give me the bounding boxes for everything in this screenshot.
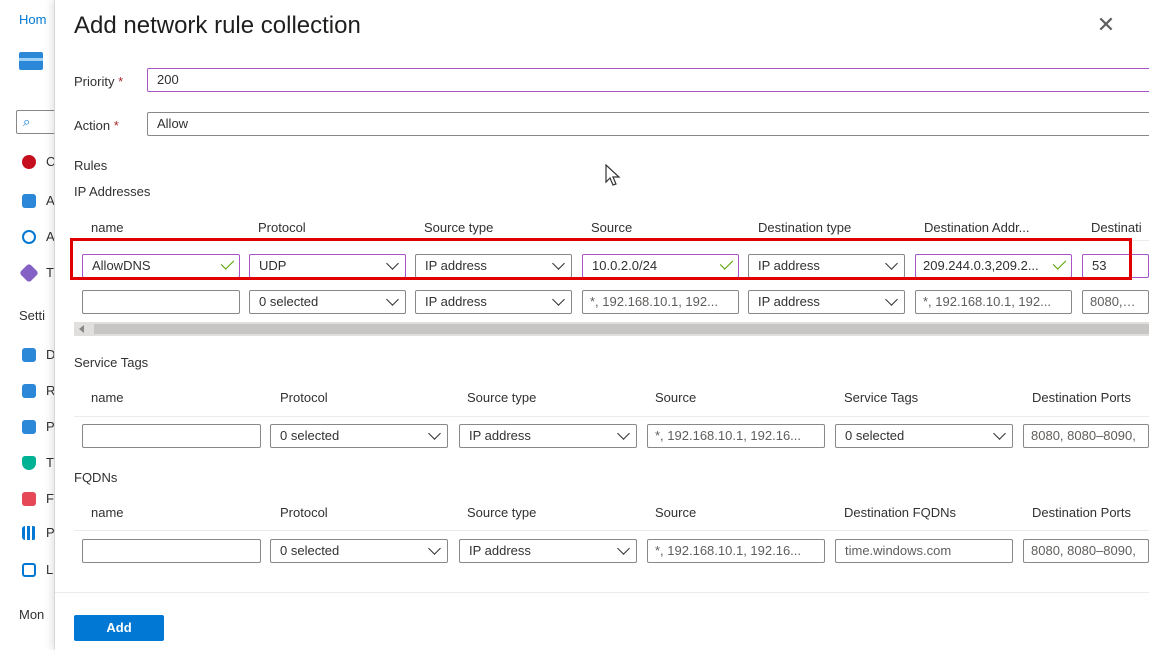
chevron-down-icon (885, 293, 898, 306)
column-header: Source type (467, 390, 537, 405)
nav-item-label[interactable]: F (46, 491, 54, 506)
ip-rule-destination-type-dropdown[interactable]: IP address (748, 290, 905, 314)
cloud-icon (22, 155, 36, 169)
footer-divider (55, 592, 1149, 593)
service-tag-destination-ports-input[interactable]: 8080, 8080–8090, (1023, 424, 1149, 448)
close-icon[interactable]: ✕ (1093, 12, 1119, 38)
firewall-resource-icon (19, 52, 43, 70)
column-header: Destination Addr... (924, 220, 1030, 235)
column-header: Source (591, 220, 633, 235)
column-header: Source (655, 390, 697, 405)
scrollbar-thumb[interactable] (94, 324, 1149, 334)
left-nav: Hom ⌕ C A A T Setti D R P T F P L Mon (0, 0, 55, 650)
divider (74, 416, 1149, 417)
column-header: Protocol (280, 505, 328, 520)
action-dropdown[interactable]: Allow (147, 112, 1149, 136)
ip-rule-destination-port-input[interactable]: 8080, 80 (1082, 290, 1149, 314)
fqdn-rule-name-input[interactable] (82, 539, 261, 563)
ip-rule-name-input[interactable] (82, 290, 240, 314)
column-header: Service Tags (844, 390, 919, 405)
users-icon (22, 230, 36, 244)
column-header: Protocol (280, 390, 328, 405)
ip-table-horizontal-scrollbar[interactable] (74, 322, 1149, 336)
document-icon (22, 348, 36, 362)
priority-label: Priority * (74, 74, 124, 89)
breadcrumb-home[interactable]: Hom (19, 12, 46, 27)
column-header: name (91, 505, 124, 520)
column-header: name (91, 390, 124, 405)
nav-search-input[interactable]: ⌕ (16, 110, 54, 134)
nav-item-label[interactable]: P (46, 525, 54, 540)
chevron-down-icon (428, 542, 441, 555)
firewall-icon (22, 384, 36, 398)
service-tag-source-input[interactable]: *, 192.168.10.1, 192.16... (647, 424, 825, 448)
required-marker: * (118, 74, 124, 89)
nav-item-label[interactable]: T (46, 265, 54, 280)
column-header: Source type (467, 505, 537, 520)
ip-rule-source-input[interactable]: *, 192.168.10.1, 192... (582, 290, 739, 314)
service-tags-dropdown[interactable]: 0 selected (835, 424, 1013, 448)
ip-rule-protocol-dropdown[interactable]: 0 selected (249, 290, 406, 314)
column-header: Protocol (258, 220, 306, 235)
fqdn-source-input[interactable]: *, 192.168.10.1, 192.16... (647, 539, 825, 563)
nav-item-label[interactable]: P (46, 419, 54, 434)
service-tag-protocol-dropdown[interactable]: 0 selected (270, 424, 448, 448)
service-tags-section-title: Service Tags (74, 355, 149, 370)
fqdns-section-title: FQDNs (74, 470, 118, 485)
mouse-cursor-icon (605, 164, 621, 186)
ip-rule-destination-address-input[interactable]: *, 192.168.10.1, 192... (915, 290, 1072, 314)
ip-rule-source-type-dropdown[interactable]: IP address (415, 290, 572, 314)
storage-icon (22, 194, 36, 208)
service-tag-source-type-dropdown[interactable]: IP address (459, 424, 637, 448)
search-icon: ⌕ (23, 114, 31, 129)
monitoring-section-label: Mon (19, 607, 45, 622)
required-marker: * (113, 118, 119, 133)
flag-icon (22, 492, 36, 506)
shield-icon (22, 456, 36, 470)
add-button[interactable]: Add (74, 615, 164, 641)
fqdn-protocol-dropdown[interactable]: 0 selected (270, 539, 448, 563)
ip-addresses-section-title: IP Addresses (74, 184, 151, 199)
chevron-down-icon (386, 293, 399, 306)
column-header: Destination type (758, 220, 852, 235)
column-header: Destination FQDNs (844, 505, 956, 520)
column-header: name (91, 220, 124, 235)
nav-item-label[interactable]: R (46, 383, 54, 398)
column-header: Source type (424, 220, 494, 235)
divider (74, 530, 1149, 531)
lock-icon (22, 563, 36, 577)
chevron-down-icon (617, 427, 630, 440)
service-tag-name-input[interactable] (82, 424, 261, 448)
rules-label: Rules (74, 158, 108, 173)
chevron-down-icon (617, 542, 630, 555)
list-icon (22, 420, 36, 434)
fqdn-destination-ports-input[interactable]: 8080, 8080–8090, (1023, 539, 1149, 563)
nav-item-label[interactable]: A (46, 229, 54, 244)
bars-icon (22, 526, 36, 540)
nav-item-label[interactable]: C (46, 154, 54, 169)
chevron-down-icon (993, 427, 1006, 440)
nav-item-label[interactable]: L (46, 562, 53, 577)
nav-item-label[interactable]: A (46, 193, 54, 208)
priority-input[interactable]: 200 (147, 68, 1149, 92)
column-header: Destinati (1091, 220, 1142, 235)
chevron-down-icon (428, 427, 441, 440)
nav-item-label[interactable]: T (46, 455, 54, 470)
fqdn-source-type-dropdown[interactable]: IP address (459, 539, 637, 563)
chevron-down-icon (552, 293, 565, 306)
action-label: Action * (74, 118, 119, 133)
scroll-left-arrow-icon[interactable] (79, 325, 84, 333)
panel-title: Add network rule collection (74, 12, 361, 39)
highlight-box (70, 238, 1132, 280)
column-header: Destination Ports (1032, 505, 1131, 520)
nav-item-label[interactable]: D (46, 347, 54, 362)
tag-icon (19, 263, 39, 283)
destination-fqdns-input[interactable]: time.windows.com (835, 539, 1013, 563)
column-header: Source (655, 505, 697, 520)
settings-section-label: Setti (19, 308, 46, 323)
column-header: Destination Ports (1032, 390, 1131, 405)
